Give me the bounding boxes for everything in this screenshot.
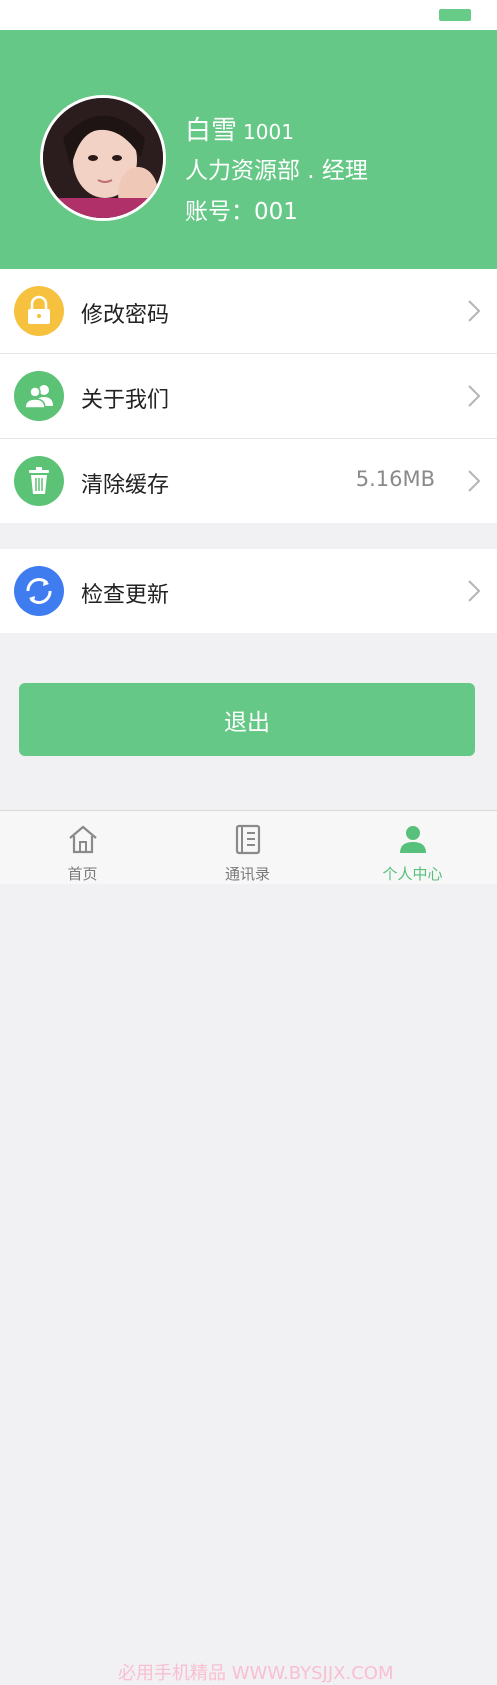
logout-button[interactable]: 退出 [19,683,475,756]
profile-id: 1001 [243,120,294,144]
refresh-icon [14,566,64,616]
menu-label-change-password: 修改密码 [81,303,170,328]
profile-account: 账号：001 [185,199,298,225]
profile-department: 人力资源部 . 经理 [185,158,368,184]
contacts-book-icon [235,824,260,855]
home-icon [68,825,97,854]
chevron-right-icon [468,385,481,407]
tab-bar: 首页 通讯录 个人中心 必用手机精品 WWW.BYSJJX.COM [0,810,497,1684]
menu-label-check-update: 检查更新 [81,583,170,608]
chevron-right-icon [468,300,481,322]
tab-home[interactable]: 首页 [0,811,165,884]
chevron-right-icon [468,470,481,492]
chevron-right-icon [468,580,481,602]
tab-label-personal-center: 个人中心 [382,865,443,883]
settings-menu-group: 修改密码 关于我们 清除缓存 5.16MB [0,269,497,523]
battery-icon [439,9,471,21]
menu-label-about-us: 关于我们 [81,388,170,413]
menu-label-clear-cache: 清除缓存 [81,473,170,498]
tab-contacts[interactable]: 通讯录 [165,811,330,884]
tab-label-contacts: 通讯录 [224,865,270,883]
tab-personal-center[interactable]: 个人中心 [330,811,495,884]
profile-header: 白雪 1001 人力资源部 . 经理 账号：001 [0,30,497,269]
avatar[interactable] [40,95,166,221]
menu-item-clear-cache[interactable]: 清除缓存 5.16MB [0,439,497,523]
menu-item-check-update[interactable]: 检查更新 [0,549,497,633]
people-icon [14,371,64,421]
watermark: 必用手机精品 WWW.BYSJJX.COM [118,1663,394,1684]
tab-label-home: 首页 [67,865,98,883]
status-bar [0,0,497,30]
profile-name-text: 白雪 [185,116,238,146]
menu-item-change-password[interactable]: 修改密码 [0,269,497,354]
trash-icon [14,456,64,506]
lock-icon [14,286,64,336]
person-icon [399,826,426,853]
menu-item-about-us[interactable]: 关于我们 [0,354,497,439]
cache-size-value: 5.16MB [355,467,435,491]
profile-name: 白雪 1001 [185,110,294,147]
update-menu-group: 检查更新 [0,549,497,633]
